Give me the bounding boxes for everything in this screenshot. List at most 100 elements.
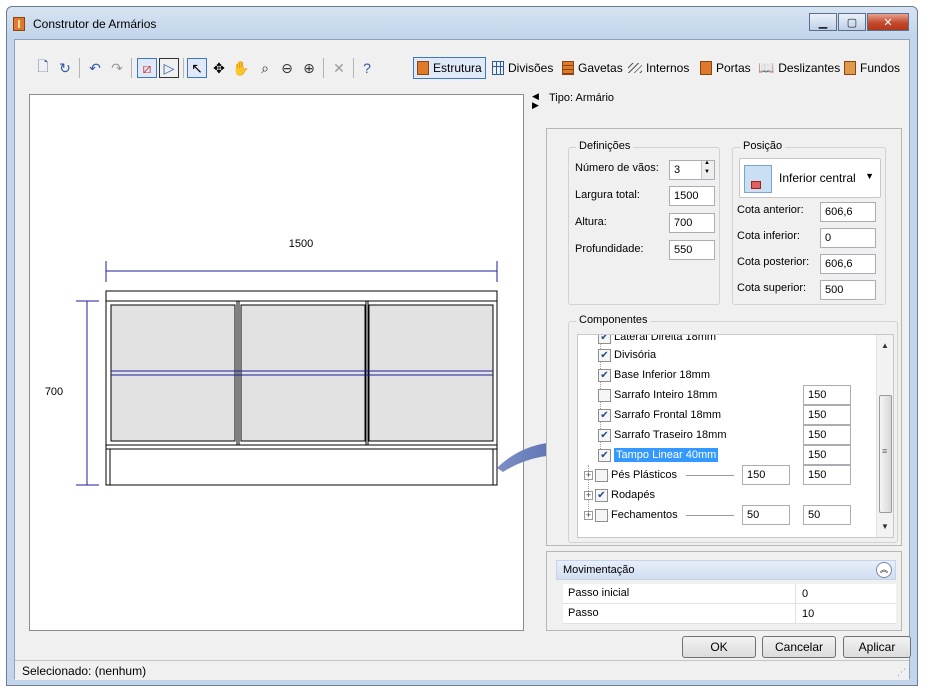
largura-field[interactable]: 1500 bbox=[669, 186, 715, 206]
tab-label: Deslizantes bbox=[778, 61, 841, 75]
tampo-linear-value[interactable]: 150 bbox=[803, 445, 851, 465]
cabinet-bay bbox=[240, 304, 366, 442]
pes-plasticos-value-1[interactable]: 150 bbox=[742, 465, 790, 485]
tree-scrollbar[interactable]: ▲ ▼ bbox=[876, 335, 893, 537]
tree-item[interactable]: Base Inferior 18mm bbox=[598, 366, 710, 384]
resize-grip-icon[interactable]: ⋰ bbox=[897, 667, 906, 678]
scroll-up-icon[interactable]: ▲ bbox=[881, 341, 889, 350]
field-label: Profundidade: bbox=[575, 243, 644, 255]
pan-hand-icon[interactable]: ✋ bbox=[231, 58, 251, 78]
checkbox[interactable] bbox=[598, 335, 611, 344]
field-label: Número de vãos: bbox=[575, 162, 659, 174]
ok-button[interactable]: OK bbox=[682, 636, 756, 658]
move-icon[interactable]: ✥ bbox=[209, 58, 229, 78]
fechamentos-value-1[interactable]: 50 bbox=[742, 505, 790, 525]
cancel-button[interactable]: Cancelar bbox=[762, 636, 836, 658]
redo-icon[interactable]: ↷ bbox=[107, 58, 127, 78]
checkbox[interactable] bbox=[595, 508, 608, 522]
toolbar-separator bbox=[323, 58, 324, 78]
tree-item[interactable]: + Fechamentos bbox=[584, 506, 678, 524]
scroll-thumb[interactable] bbox=[879, 395, 892, 513]
movimentacao-header[interactable]: Movimentação ︽ bbox=[556, 560, 896, 580]
minimize-button[interactable]: ▁ bbox=[809, 13, 837, 31]
tab-estrutura[interactable]: Estrutura bbox=[413, 57, 486, 79]
status-text: Selecionado: (nenhum) bbox=[22, 664, 147, 678]
checkbox[interactable] bbox=[595, 468, 608, 482]
checkbox[interactable] bbox=[598, 388, 611, 402]
sarrafo-frontal-value[interactable]: 150 bbox=[803, 405, 851, 425]
maximize-button[interactable]: ▢ bbox=[838, 13, 866, 31]
checkbox[interactable] bbox=[598, 368, 611, 382]
fechamentos-value-2[interactable]: 50 bbox=[803, 505, 851, 525]
profundidade-field[interactable]: 550 bbox=[669, 240, 715, 260]
tree-item[interactable]: Lateral Direita 18mm bbox=[598, 335, 716, 346]
tab-internos[interactable]: Internos bbox=[625, 57, 692, 79]
zoom-window-icon[interactable]: ⌕ bbox=[255, 58, 275, 78]
title-bar[interactable]: Construtor de Armários ▁ ▢ ✕ bbox=[7, 7, 917, 39]
section-title: Movimentação bbox=[563, 564, 635, 576]
cota-superior-field[interactable]: 500 bbox=[820, 280, 876, 300]
status-bar: Selecionado: (nenhum) ⋰ bbox=[15, 660, 909, 680]
tree-item[interactable]: Divisória bbox=[598, 346, 656, 364]
movimentacao-panel: Movimentação ︽ Passo inicial 0 Passo 10 bbox=[546, 551, 902, 631]
leader-line bbox=[686, 475, 734, 476]
help-icon[interactable]: ? bbox=[357, 58, 377, 78]
checkbox[interactable] bbox=[598, 348, 611, 362]
close-button[interactable]: ✕ bbox=[867, 13, 909, 31]
property-row[interactable]: Passo inicial 0 bbox=[563, 584, 896, 604]
toolbar-separator bbox=[131, 58, 132, 78]
delete-icon[interactable]: ✕ bbox=[329, 58, 349, 78]
collapse-panel-icon[interactable]: ◀ ▶ bbox=[532, 92, 539, 110]
cota-anterior-field[interactable]: 606,6 bbox=[820, 202, 876, 222]
pointer-icon[interactable]: ↖ bbox=[187, 58, 207, 78]
tree-item-label: Sarrafo Inteiro 18mm bbox=[614, 389, 718, 401]
property-value[interactable]: 0 bbox=[795, 584, 808, 604]
app-icon bbox=[13, 17, 25, 31]
tab-label: Estrutura bbox=[433, 61, 482, 75]
position-dropdown[interactable]: Inferior central ▼ bbox=[739, 158, 881, 198]
apply-button[interactable]: Aplicar bbox=[843, 636, 911, 658]
view-side-icon[interactable]: ▷ bbox=[159, 58, 179, 78]
tab-fundos[interactable]: Fundos bbox=[841, 57, 903, 79]
zoom-out-icon[interactable]: ⊖ bbox=[277, 58, 297, 78]
spin-arrows-icon[interactable] bbox=[701, 160, 714, 179]
cabinet-bay bbox=[368, 304, 494, 442]
vaos-stepper[interactable]: 3 bbox=[669, 160, 715, 180]
zoom-in-icon[interactable]: ⊕ bbox=[299, 58, 319, 78]
field-value: 3 bbox=[674, 164, 681, 176]
cota-posterior-field[interactable]: 606,6 bbox=[820, 254, 876, 274]
sarrafo-traseiro-value[interactable]: 150 bbox=[803, 425, 851, 445]
expand-icon[interactable]: + bbox=[584, 470, 593, 480]
refresh-icon[interactable]: ↻ bbox=[55, 58, 75, 78]
checkbox[interactable] bbox=[598, 448, 611, 462]
tree-item-label: Sarrafo Traseiro 18mm bbox=[614, 429, 727, 441]
checkbox[interactable] bbox=[595, 488, 608, 502]
property-row[interactable]: Passo 10 bbox=[563, 604, 896, 624]
tree-item[interactable]: Sarrafo Inteiro 18mm bbox=[598, 386, 717, 404]
checkbox[interactable] bbox=[598, 408, 611, 422]
checkbox[interactable] bbox=[598, 428, 611, 442]
expand-icon[interactable]: + bbox=[584, 510, 593, 520]
undo-icon[interactable]: ↶ bbox=[85, 58, 105, 78]
components-tree[interactable]: Lateral Direita 18mm Divisória Base Infe… bbox=[577, 334, 894, 538]
tab-portas[interactable]: Portas bbox=[697, 57, 754, 79]
altura-field[interactable]: 700 bbox=[669, 213, 715, 233]
cota-inferior-field[interactable]: 0 bbox=[820, 228, 876, 248]
pes-plasticos-value-2[interactable]: 150 bbox=[803, 465, 851, 485]
view-front-icon[interactable]: ⧄ bbox=[137, 58, 157, 78]
drawing-canvas[interactable]: 1500 700 bbox=[29, 94, 524, 631]
tree-item[interactable]: Sarrafo Frontal 18mm bbox=[598, 406, 721, 424]
tree-item[interactable]: + Rodapés bbox=[584, 486, 655, 504]
tab-gavetas[interactable]: Gavetas bbox=[559, 57, 626, 79]
tab-divisoes[interactable]: Divisões bbox=[489, 57, 556, 79]
scroll-down-icon[interactable]: ▼ bbox=[881, 522, 889, 531]
tree-item[interactable]: + Pés Plásticos bbox=[584, 466, 677, 484]
tree-item-selected[interactable]: Tampo Linear 40mm bbox=[598, 446, 719, 464]
property-value[interactable]: 10 bbox=[795, 604, 814, 624]
new-icon[interactable]: 🗋 bbox=[33, 58, 53, 78]
expand-icon[interactable]: + bbox=[584, 490, 593, 500]
collapse-icon[interactable]: ︽ bbox=[876, 562, 892, 578]
sarrafo-inteiro-value[interactable]: 150 bbox=[803, 385, 851, 405]
tab-deslizantes[interactable]: 📖 Deslizantes bbox=[755, 57, 843, 79]
tree-item[interactable]: Sarrafo Traseiro 18mm bbox=[598, 426, 726, 444]
